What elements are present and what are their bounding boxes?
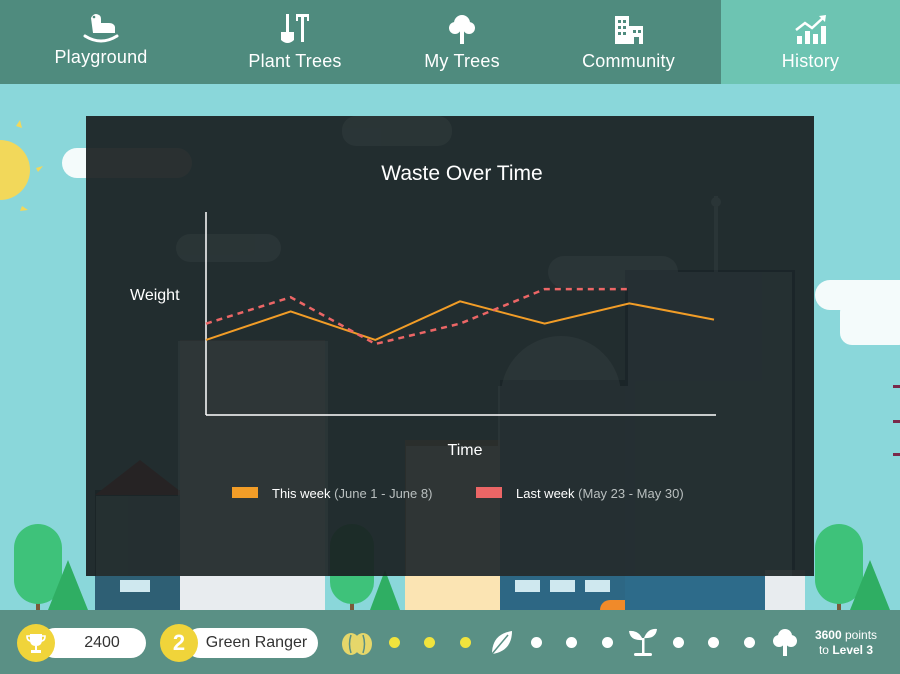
points-needed: 3600 (814, 628, 842, 642)
rocking-horse-icon (83, 14, 119, 43)
level-badge: 2 (160, 624, 198, 662)
next-level: Level 3 (832, 643, 874, 657)
trend-chart-icon (794, 15, 826, 44)
legend-swatch-this-week (232, 487, 258, 498)
tree-icon (773, 629, 797, 656)
leaf-icon (491, 631, 512, 655)
tree-decoration (14, 524, 88, 610)
progress-dot (531, 637, 542, 648)
trophy-icon (26, 634, 46, 653)
progress-dot (708, 637, 719, 648)
progress-dot-complete (389, 637, 400, 648)
tab-label: My Trees (424, 51, 500, 71)
tab-history[interactable]: History (721, 0, 900, 84)
tab-label: History (781, 51, 840, 71)
legend-label-this-week: This week (June 1 - June 8) (272, 486, 432, 501)
waste-chart-dialog: Waste Over Time Weight Time This week (J… (86, 116, 814, 576)
score-pill: 2400 (40, 628, 146, 658)
trophy-badge (17, 624, 55, 662)
tab-my-trees[interactable]: My Trees (388, 0, 536, 84)
progress-dot (673, 637, 684, 648)
chart-title: Waste Over Time (381, 162, 542, 185)
cloud (840, 300, 900, 345)
tab-community[interactable]: Community (536, 0, 721, 84)
legend-label-last-week: Last week (May 23 - May 30) (516, 486, 684, 501)
level-name: Green Ranger (205, 634, 308, 651)
buildings-icon (614, 16, 643, 44)
tab-label: Plant Trees (248, 51, 342, 71)
shovel-rake-icon (281, 14, 309, 43)
progress-dot (566, 637, 577, 648)
x-axis-label: Time (448, 442, 483, 459)
series-line-last-week (205, 287, 630, 346)
legend-swatch-last-week (476, 487, 502, 498)
tab-label: Playground (54, 47, 148, 67)
seeds-icon (342, 633, 372, 655)
progress-dot-complete (424, 637, 435, 648)
tree-icon (449, 15, 475, 44)
tree-decoration (815, 524, 890, 610)
level-number: 2 (172, 630, 186, 655)
sprout-icon (629, 628, 657, 656)
progress-dot-complete (460, 637, 471, 648)
score-value: 2400 (84, 634, 120, 651)
to-word: to (818, 643, 829, 657)
level-name-pill: Green Ranger (185, 628, 318, 658)
tab-playground[interactable]: Playground (0, 0, 202, 84)
tab-label: Community (582, 51, 675, 71)
sun-icon (0, 120, 43, 211)
background-silhouettes (96, 116, 792, 576)
points-to-next-level: 3600 points to Level 3 (806, 628, 886, 658)
progress-dot (744, 637, 755, 648)
waste-chart: Waste Over Time Weight Time This week (J… (96, 116, 792, 576)
top-navigation: Playground Plant Trees My Trees Communit… (0, 0, 900, 84)
progress-dot (602, 637, 613, 648)
tab-plant-trees[interactable]: Plant Trees (202, 0, 388, 84)
points-word: points (845, 628, 878, 642)
y-axis-label: Weight (130, 287, 180, 304)
